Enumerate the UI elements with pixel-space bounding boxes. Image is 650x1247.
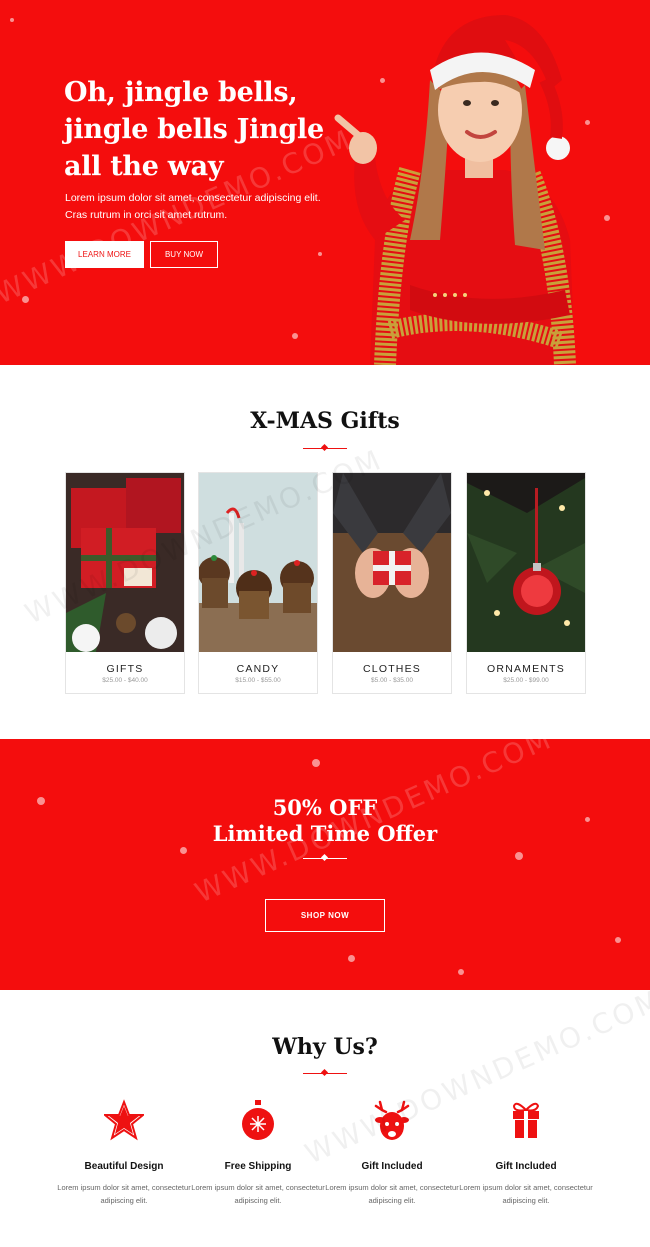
santa-hat-woman-image (334, 15, 576, 365)
ornament-icon (242, 1100, 274, 1140)
why-us-divider (303, 1073, 347, 1074)
buy-now-button[interactable]: BUY NOW (150, 241, 218, 268)
snowflake (180, 847, 187, 854)
gift-box-icon (512, 1102, 540, 1138)
offer-discount: 50% OFF (272, 795, 378, 820)
hero-section: Oh, jingle bells, jingle bells Jingle al… (0, 0, 650, 365)
gift-card-title: CLOTHES (363, 663, 421, 675)
gift-card-price: $25.00 - $40.00 (102, 677, 148, 684)
hero-headline: Oh, jingle bells, jingle bells Jingle al… (64, 77, 324, 182)
feature-title: Beautiful Design (84, 1161, 164, 1172)
feature-title: Gift Included (361, 1161, 423, 1172)
offer-subtitle: Limited Time Offer (212, 821, 438, 846)
reindeer-icon (374, 1100, 410, 1140)
offer-divider (303, 858, 347, 859)
gift-card-clothes[interactable]: CLOTHES $5.00 - $35.00 (332, 472, 452, 694)
snowflake (22, 296, 29, 303)
snowflake (458, 969, 464, 975)
feature-desc: Lorem ipsum dolor sit amet, consectetur … (57, 1183, 191, 1205)
gift-card-price: $25.00 - $99.00 (503, 677, 549, 684)
gifts-image (66, 473, 184, 652)
snowflake (348, 955, 355, 962)
gift-card-title: GIFTS (106, 663, 144, 675)
feature-desc: Lorem ipsum dolor sit amet, consectetur … (459, 1183, 593, 1205)
hero-text: Lorem ipsum dolor sit amet, consectetur … (65, 192, 321, 221)
gift-card-candy[interactable]: CANDY $15.00 - $55.00 (198, 472, 318, 694)
feature-title: Gift Included (495, 1161, 557, 1172)
feature-title: Free Shipping (224, 1161, 292, 1172)
snowflake (10, 18, 14, 22)
clothes-image (333, 473, 451, 652)
ornaments-image (467, 473, 585, 652)
gift-card-gifts[interactable]: GIFTS $25.00 - $40.00 (65, 472, 185, 694)
gift-card-title: ORNAMENTS (487, 663, 565, 675)
gift-card-price: $15.00 - $55.00 (235, 677, 281, 684)
star-icon (104, 1099, 144, 1141)
candy-image (199, 473, 317, 652)
gifts-divider (303, 448, 347, 449)
gift-card-ornaments[interactable]: ORNAMENTS $25.00 - $99.00 (466, 472, 586, 694)
gifts-title: X-MAS Gifts (250, 408, 400, 434)
snowflake (604, 215, 610, 221)
learn-more-button[interactable]: LEARN MORE (65, 241, 144, 268)
snowflake (312, 759, 320, 767)
gift-card-price: $5.00 - $35.00 (371, 677, 413, 684)
snowflake (318, 252, 322, 256)
snowflake (615, 937, 621, 943)
why-us-title: Why Us? (272, 1034, 378, 1060)
shop-now-button[interactable]: SHOP NOW (265, 899, 385, 932)
gift-card-title: CANDY (236, 663, 280, 675)
watermark: WWW.DOWNDEMO.COM (300, 982, 650, 1171)
snowflake (515, 852, 523, 860)
snowflake (292, 333, 298, 339)
feature-desc: Lorem ipsum dolor sit amet, consectetur … (191, 1183, 325, 1205)
offer-section: 50% OFF Limited Time Offer SHOP NOW WWW.… (0, 739, 650, 990)
feature-desc: Lorem ipsum dolor sit amet, consectetur … (325, 1183, 459, 1205)
